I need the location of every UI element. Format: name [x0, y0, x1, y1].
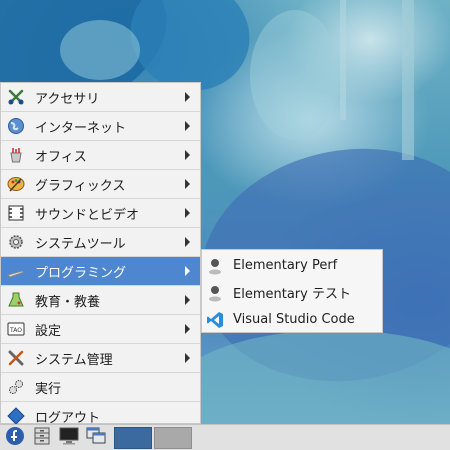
elementary-app-icon — [206, 284, 224, 302]
system-tools-gear-icon — [7, 233, 25, 251]
menu-item-label: システムツール — [35, 236, 126, 252]
menu-item-programming[interactable]: プログラミング — [1, 257, 200, 285]
menu-item-label: 実行 — [35, 381, 62, 397]
menu-item-education[interactable]: 教育・教養 — [1, 286, 200, 314]
menu-item-sound-video[interactable]: サウンドとビデオ — [1, 199, 200, 227]
submenu-item-elementary-perf[interactable]: Elementary Perf — [202, 252, 382, 279]
terminal-monitor-icon — [59, 427, 79, 449]
file-manager-button[interactable] — [30, 427, 54, 449]
education-icon — [7, 291, 25, 309]
window-switcher-button[interactable] — [84, 427, 108, 449]
file-cabinet-icon — [33, 427, 51, 449]
chevron-right-icon — [185, 324, 190, 334]
menu-item-internet[interactable]: インターネット — [1, 112, 200, 140]
chevron-right-icon — [185, 121, 190, 131]
logout-icon — [7, 407, 25, 425]
chevron-right-icon — [185, 353, 190, 363]
vscode-icon — [206, 311, 224, 329]
chevron-right-icon — [185, 92, 190, 102]
menu-item-label: システム管理 — [35, 352, 113, 368]
menu-item-label: グラフィックス — [35, 178, 126, 194]
submenu-item-label: Visual Studio Code — [233, 312, 355, 327]
office-icon — [7, 146, 25, 164]
taskbar — [0, 424, 450, 450]
programming-icon — [7, 262, 25, 280]
menu-item-accessories[interactable]: アクセサリ — [1, 83, 200, 111]
workspace-2-button[interactable] — [154, 426, 192, 449]
workspace-1-button[interactable] — [114, 426, 152, 449]
submenu-item-label: Elementary Perf — [233, 258, 338, 273]
chevron-right-icon — [185, 179, 190, 189]
chevron-right-icon — [185, 266, 190, 276]
accessories-icon — [7, 88, 25, 106]
application-menu: アクセサリ インターネット オフィス グラフィックス サウンドとビデオ システム… — [0, 82, 201, 426]
menu-item-label: プログラミング — [35, 265, 127, 281]
elementary-app-icon — [206, 257, 224, 275]
menu-item-graphics[interactable]: グラフィックス — [1, 170, 200, 198]
menu-item-office[interactable]: オフィス — [1, 141, 200, 169]
menu-item-label: 教育・教養 — [35, 294, 101, 310]
submenu-item-elementary-test[interactable]: Elementary テスト — [202, 279, 382, 306]
chevron-right-icon — [185, 150, 190, 160]
run-gears-icon — [7, 378, 25, 396]
svg-text:TAO: TAO — [9, 327, 22, 334]
chevron-right-icon — [185, 295, 190, 305]
menu-item-label: オフィス — [35, 149, 87, 165]
menu-item-settings[interactable]: TAO 設定 — [1, 315, 200, 343]
sound-video-icon — [7, 204, 25, 222]
chevron-right-icon — [185, 237, 190, 247]
submenu-item-label: Elementary テスト — [233, 287, 351, 302]
fedora-menu-button[interactable] — [3, 426, 27, 450]
terminal-button[interactable] — [57, 427, 81, 449]
menu-item-system-tools[interactable]: システムツール — [1, 228, 200, 256]
windows-switcher-icon — [86, 427, 106, 449]
graphics-palette-icon — [7, 175, 25, 193]
menu-item-label: 設定 — [35, 323, 62, 339]
settings-icon: TAO — [7, 320, 25, 338]
menu-item-label: アクセサリ — [35, 91, 100, 107]
menu-item-system-admin[interactable]: システム管理 — [1, 344, 200, 372]
menu-item-label: サウンドとビデオ — [35, 207, 140, 223]
menu-item-run[interactable]: 実行 — [1, 373, 200, 401]
internet-globe-icon — [7, 117, 25, 135]
submenu-item-vscode[interactable]: Visual Studio Code — [202, 306, 382, 333]
fedora-logo-icon — [5, 426, 25, 450]
programming-submenu: Elementary Perf Elementary テスト Visual St… — [201, 249, 383, 333]
menu-item-label: ログアウト — [35, 410, 101, 426]
system-admin-tools-icon — [7, 349, 25, 367]
chevron-right-icon — [185, 208, 190, 218]
menu-item-label: インターネット — [35, 120, 127, 136]
